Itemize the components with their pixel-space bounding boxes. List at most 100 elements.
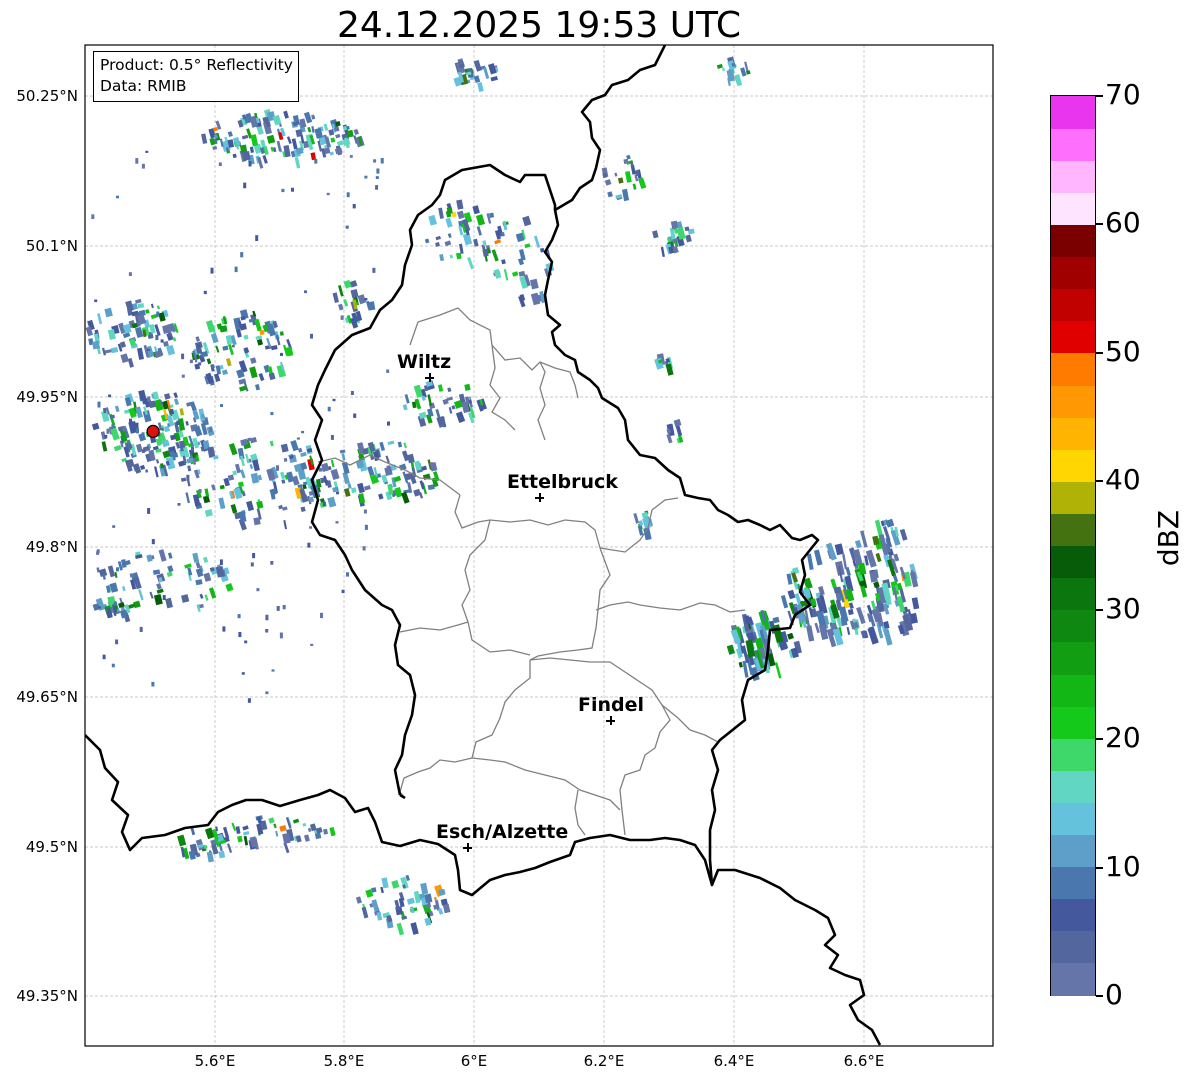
echo-cell xyxy=(146,554,153,562)
echo-cell xyxy=(394,899,401,911)
lon-tick-label: 5.8°E xyxy=(323,1052,365,1070)
colorbar-segment xyxy=(1051,706,1095,739)
echo-cell xyxy=(135,158,139,164)
city-label-ettelbruck: Ettelbruck xyxy=(507,471,618,493)
echo-cell xyxy=(220,404,223,407)
echo-cell xyxy=(489,212,495,219)
echo-cell xyxy=(335,521,339,524)
echo-cell xyxy=(135,443,143,453)
echo-cell xyxy=(302,822,307,827)
echo-cell xyxy=(490,75,498,82)
echo-cell xyxy=(275,334,281,346)
echo-cell xyxy=(436,416,447,428)
echo-cell xyxy=(167,565,174,573)
echo-cell xyxy=(282,605,286,610)
echo-cell xyxy=(297,447,303,453)
echo-cell xyxy=(633,513,640,524)
echo-cell xyxy=(403,442,408,449)
echo-cell xyxy=(247,698,251,703)
echo-cell xyxy=(137,302,145,309)
echo-cell xyxy=(740,67,747,77)
echo-cell xyxy=(238,632,242,638)
echo-cell xyxy=(335,133,341,139)
echo-cell xyxy=(254,384,261,391)
echo-cell xyxy=(310,643,314,646)
lat-tick-label: 49.8°N xyxy=(25,538,78,556)
echo-cell xyxy=(447,233,452,238)
echo-cell xyxy=(252,553,256,559)
echo-cell xyxy=(248,161,252,167)
echo-cell xyxy=(273,147,277,153)
echo-cell xyxy=(181,374,185,378)
echo-cell xyxy=(276,140,282,152)
echo-cell xyxy=(387,440,395,446)
echo-cell xyxy=(192,552,200,563)
echo-cell xyxy=(218,162,222,166)
echo-cell xyxy=(501,259,506,265)
echo-cell xyxy=(685,234,692,243)
colorbar-tick-mark xyxy=(1096,995,1103,997)
city-marker-esch xyxy=(463,843,472,852)
echo-cell xyxy=(139,464,146,471)
echo-cell xyxy=(467,256,474,270)
echo-cell xyxy=(367,465,375,477)
info-data-source: Data: RMIB xyxy=(100,77,187,95)
echo-cell xyxy=(227,843,233,854)
echo-cell xyxy=(321,462,330,472)
echo-cell xyxy=(307,126,312,133)
echo-cell xyxy=(203,556,209,563)
echo-cell xyxy=(240,252,244,258)
colorbar-segment xyxy=(1051,930,1095,964)
echo-cell xyxy=(225,583,234,592)
echo-cell xyxy=(249,366,258,379)
echo-cell xyxy=(227,474,235,481)
echo-cell xyxy=(104,307,113,318)
lon-tick-label: 6°E xyxy=(460,1052,488,1070)
echo-cell xyxy=(867,626,879,645)
echo-cell xyxy=(361,906,369,919)
echo-cell xyxy=(684,226,690,232)
echo-cell xyxy=(173,398,180,406)
echo-cell xyxy=(362,546,366,551)
echo-cell xyxy=(291,187,294,192)
echo-cell xyxy=(163,393,171,400)
echo-cell xyxy=(638,177,647,190)
echo-cell xyxy=(166,344,176,356)
echo-cell xyxy=(435,235,441,241)
echo-cell xyxy=(232,470,237,476)
echo-cell xyxy=(243,334,249,340)
echo-cell xyxy=(424,238,430,244)
echo-cell xyxy=(259,329,265,336)
echo-cell xyxy=(774,662,782,679)
echo-cell xyxy=(438,384,444,392)
radar-map xyxy=(84,44,994,1047)
echo-cell xyxy=(364,485,371,491)
echo-cell xyxy=(350,391,354,395)
echo-cell xyxy=(318,467,322,472)
city-label-findel: Findel xyxy=(578,694,645,716)
echo-cell xyxy=(199,593,204,599)
echo-cell xyxy=(104,434,108,439)
canton-boundaries xyxy=(317,307,746,836)
echo-cell xyxy=(379,441,386,451)
colorbar-tick-mark xyxy=(1096,223,1103,225)
echo-cell xyxy=(260,139,266,148)
echo-cell xyxy=(391,880,400,889)
echo-cell xyxy=(204,509,213,517)
echo-cell xyxy=(296,437,300,440)
echo-cell xyxy=(355,896,362,904)
echo-cell xyxy=(204,594,209,601)
echo-cell xyxy=(449,254,454,259)
echo-cell xyxy=(625,170,632,183)
echo-cell xyxy=(154,466,159,478)
echo-cell xyxy=(846,626,851,635)
echo-cell xyxy=(240,315,246,321)
echo-cell xyxy=(106,428,110,434)
colorbar-segment xyxy=(1051,96,1095,129)
echo-cell xyxy=(245,453,250,464)
echo-cell xyxy=(160,428,164,431)
echo-cell xyxy=(456,210,465,220)
echo-cell xyxy=(141,163,145,169)
echo-cell xyxy=(209,427,213,433)
echo-cell xyxy=(337,284,344,297)
